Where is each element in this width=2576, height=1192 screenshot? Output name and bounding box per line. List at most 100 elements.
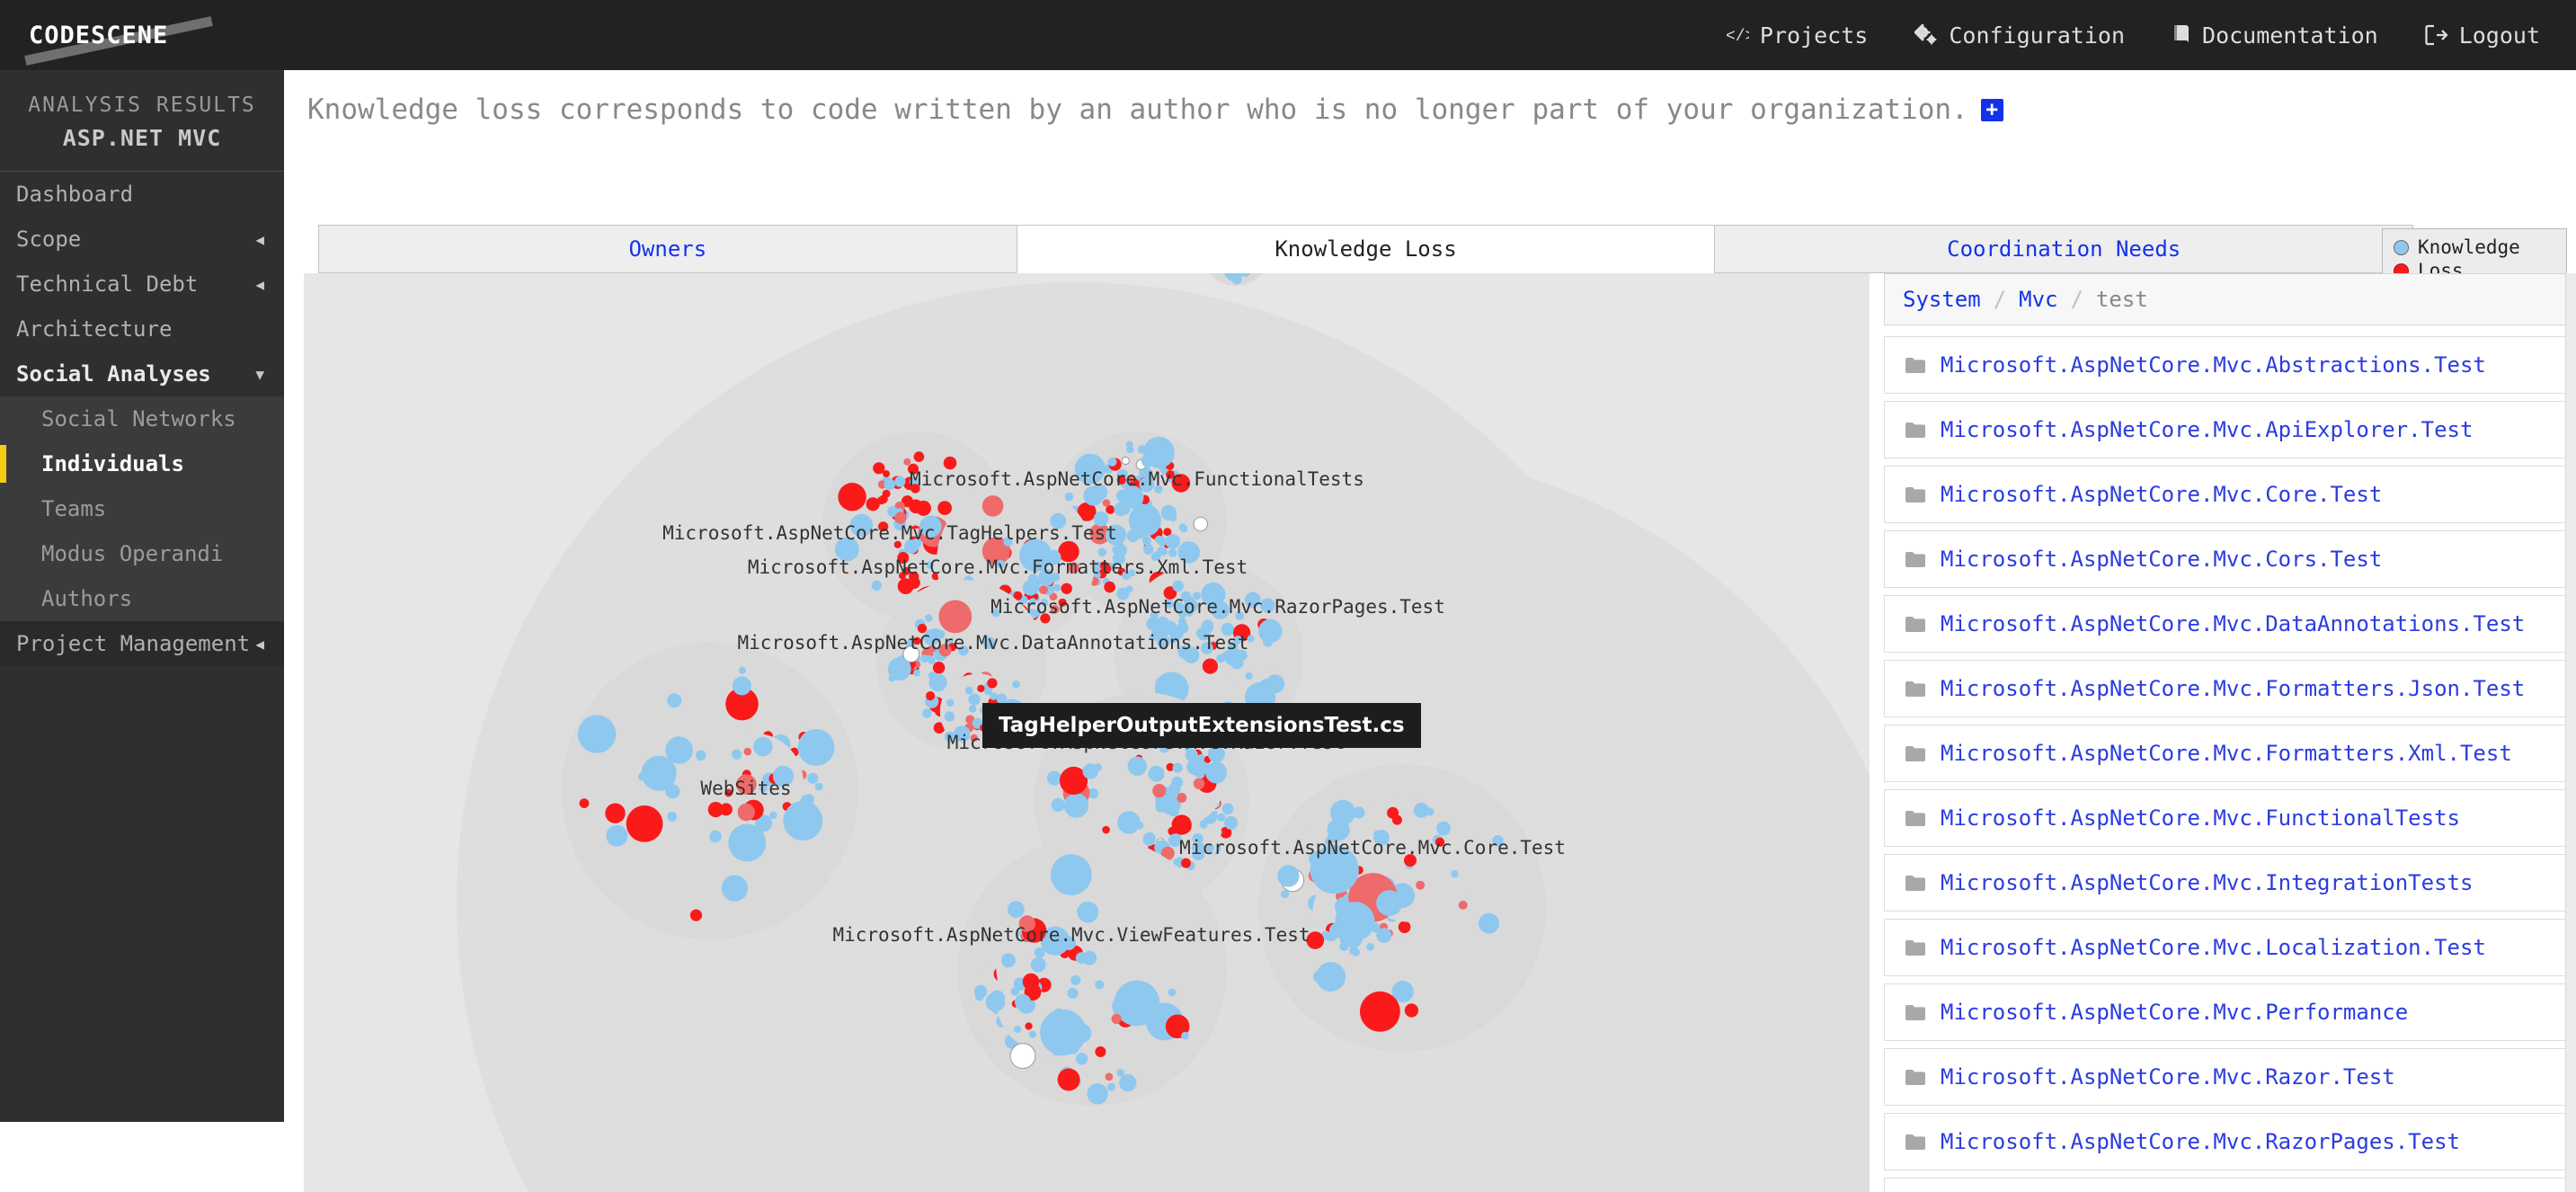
pack-leaf-circle[interactable] — [1034, 947, 1045, 958]
pack-leaf-circle[interactable] — [1119, 1073, 1137, 1092]
nav-documentation[interactable]: Documentation — [2172, 22, 2378, 49]
sidebar-item-teams[interactable]: Teams — [0, 486, 284, 531]
pack-leaf-circle[interactable] — [605, 803, 626, 823]
pack-leaf-circle[interactable] — [977, 684, 985, 693]
pack-leaf-circle[interactable] — [1001, 953, 1016, 968]
pack-leaf-circle[interactable] — [769, 811, 777, 820]
pack-leaf-circle[interactable] — [1104, 581, 1115, 593]
pack-leaf-circle[interactable] — [1376, 890, 1403, 917]
pack-leaf-circle[interactable] — [1082, 763, 1098, 779]
nav-projects[interactable]: </> Projects — [1726, 22, 1868, 49]
pack-leaf-circle[interactable] — [990, 692, 998, 700]
pack-leaf-circle[interactable] — [1075, 1053, 1088, 1065]
pack-leaf-circle[interactable] — [925, 614, 933, 622]
pack-leaf-circle[interactable] — [903, 458, 911, 466]
pack-leaf-circle[interactable] — [894, 476, 906, 487]
pack-leaf-circle[interactable] — [1126, 445, 1134, 454]
pack-leaf-circle[interactable] — [1025, 1022, 1033, 1030]
pack-leaf-circle[interactable] — [1061, 583, 1072, 594]
pack-leaf-circle[interactable] — [665, 784, 680, 799]
pack-leaf-circle[interactable] — [1171, 776, 1184, 788]
pack-leaf-circle[interactable] — [1160, 504, 1177, 520]
nav-configuration[interactable]: Configuration — [1914, 22, 2125, 49]
pack-leaf-circle[interactable] — [1039, 585, 1048, 595]
pack-leaf-circle[interactable] — [1132, 530, 1140, 538]
pack-leaf-circle[interactable] — [1387, 806, 1399, 819]
pack-leaf-circle[interactable] — [1051, 797, 1065, 813]
pack-leaf-circle[interactable] — [1195, 769, 1205, 779]
pack-leaf-circle[interactable] — [1216, 654, 1226, 663]
pack-leaf-circle[interactable] — [1095, 1046, 1106, 1057]
pack-leaf-circle[interactable] — [1277, 865, 1300, 887]
file-list-row[interactable]: Microsoft.AspNetCore.Mvc.Core.Test — [1884, 466, 2576, 523]
pack-leaf-circle[interactable] — [1057, 1068, 1080, 1091]
pack-leaf-circle[interactable] — [1111, 1013, 1122, 1024]
pack-leaf-circle[interactable] — [1202, 658, 1218, 674]
pack-leaf-circle[interactable] — [946, 698, 955, 707]
pack-leaf-circle[interactable] — [1028, 1030, 1036, 1038]
pack-leaf-circle[interactable] — [968, 705, 977, 713]
sidebar-item-technical-debt[interactable]: Technical Debt ◀ — [0, 262, 284, 307]
pack-leaf-circle[interactable] — [926, 691, 936, 701]
pack-leaf-circle[interactable] — [884, 478, 896, 491]
legend-item-knowledge[interactable]: Knowledge — [2394, 236, 2557, 259]
file-list-row[interactable]: Microsoft.AspNetCore.Mvc.Formatters.Xml.… — [1884, 725, 2576, 782]
tab-owners[interactable]: Owners — [318, 225, 1017, 273]
pack-leaf-circle[interactable] — [909, 499, 923, 514]
pack-leaf-circle[interactable] — [1197, 754, 1205, 762]
pack-leaf-circle[interactable] — [1010, 987, 1020, 996]
pack-leaf-circle[interactable] — [1022, 580, 1039, 596]
pack-leaf-circle[interactable] — [938, 600, 973, 634]
pack-leaf-circle[interactable] — [709, 830, 722, 843]
pack-leaf-circle[interactable] — [1178, 523, 1186, 531]
pack-leaf-circle[interactable] — [1330, 799, 1355, 825]
pack-leaf-circle[interactable] — [577, 715, 617, 753]
pack-leaf-circle[interactable] — [807, 772, 819, 784]
file-list-row[interactable]: Microsoft.AspNetCore.Mvc.Abstractions.Te… — [1884, 336, 2576, 394]
pack-leaf-circle[interactable] — [1199, 820, 1208, 829]
pack-leaf-circle[interactable] — [1172, 762, 1183, 773]
pack-leaf-circle[interactable] — [1063, 793, 1089, 818]
pack-leaf-circle[interactable] — [1281, 890, 1290, 899]
pack-leaf-circle[interactable] — [928, 673, 947, 692]
pack-leaf-circle[interactable] — [1202, 619, 1214, 631]
sidebar-item-architecture[interactable]: Architecture — [0, 307, 284, 351]
pack-leaf-circle[interactable] — [1030, 956, 1046, 973]
pack-leaf-circle[interactable] — [932, 662, 946, 674]
pack-leaf-circle[interactable] — [922, 708, 932, 718]
pack-leaf-circle[interactable] — [1077, 907, 1084, 914]
pack-leaf-circle[interactable] — [913, 669, 920, 677]
pack-leaf-circle[interactable] — [1142, 536, 1151, 546]
pack-leaf-circle[interactable] — [873, 462, 885, 475]
pack-leaf-circle[interactable] — [1058, 1036, 1066, 1044]
file-list-row[interactable]: Microsoft.AspNetCore.Mvc.DataAnnotations… — [1884, 595, 2576, 653]
pack-leaf-circle[interactable] — [1070, 975, 1081, 985]
pack-leaf-circle[interactable] — [1172, 580, 1184, 592]
pack-leaf-circle[interactable] — [1157, 536, 1167, 546]
pack-leaf-circle[interactable] — [737, 803, 755, 822]
pack-leaf-circle[interactable] — [1360, 991, 1400, 1032]
tab-coordination-needs[interactable]: Coordination Needs — [1714, 225, 2414, 273]
pack-leaf-circle[interactable] — [888, 674, 896, 682]
pack-leaf-circle[interactable] — [1376, 928, 1392, 943]
pack-leaf-circle[interactable] — [1102, 499, 1111, 507]
pack-leaf-circle[interactable] — [696, 750, 706, 761]
pack-leaf-circle[interactable] — [707, 802, 724, 818]
file-list-row[interactable]: Microsoft.AspNetCore.Mvc.Performance — [1884, 983, 2576, 1041]
pack-leaf-circle[interactable] — [1057, 876, 1072, 892]
pack-leaf-circle[interactable] — [985, 992, 1006, 1012]
pack-leaf-circle[interactable] — [1258, 618, 1283, 644]
pack-leaf-circle[interactable] — [871, 580, 883, 592]
pack-leaf-circle[interactable] — [1366, 942, 1375, 951]
pack-leaf-circle[interactable] — [1426, 807, 1435, 816]
pack-leaf-circle[interactable] — [579, 798, 590, 808]
file-list-row[interactable]: Microsoft.AspNetCore.Mvc.Formatters.Json… — [1884, 660, 2576, 717]
pack-leaf-circle[interactable] — [1142, 544, 1154, 555]
pack-leaf-circle[interactable] — [1217, 813, 1226, 822]
pack-leaf-circle[interactable] — [1451, 870, 1459, 878]
sidebar-item-project-management[interactable]: Project Management ◀ — [0, 621, 284, 666]
pack-leaf-circle[interactable] — [1015, 993, 1031, 1010]
pack-leaf-circle[interactable] — [1050, 854, 1092, 895]
sidebar-item-social-analyses[interactable]: Social Analyses ▼ — [0, 351, 284, 396]
knowledge-loss-circle-pack-chart[interactable]: Microsoft.AspNetCore.Mvc.FunctionalTests… — [304, 273, 1870, 1192]
